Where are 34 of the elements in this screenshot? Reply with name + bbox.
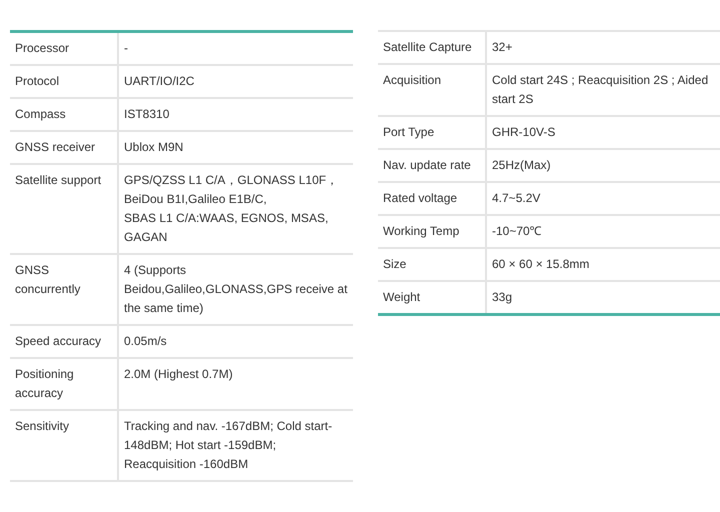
spec-label: GNSS concurrently: [10, 254, 118, 325]
spec-value: GPS/QZSS L1 C/A，GLONASS L10F，BeiDou B1I,Galileo E1B/C, SBAS L1 C/A:WAAS, EGNOS, MSAS, GAGAN: [118, 164, 353, 254]
spec-value: -: [118, 32, 353, 65]
spec-value: UART/IO/I2C: [118, 65, 353, 98]
spec-label: Sensitivity: [10, 410, 118, 481]
spec-label: Working Temp: [378, 215, 486, 248]
spec-label: Protocol: [10, 65, 118, 98]
spec-label: Size: [378, 248, 486, 281]
spec-value: Tracking and nav. -167dBM; Cold start-148dBM; Hot start -159dBM; Reacquisition -160dBM: [118, 410, 353, 481]
spec-value: 33g: [486, 281, 720, 314]
spec-value: IST8310: [118, 98, 353, 131]
spec-value: 2.0M (Highest 0.7M): [118, 358, 353, 410]
spec-value: 25Hz(Max): [486, 149, 720, 182]
spec-label: Weight: [378, 281, 486, 314]
spec-label: Compass: [10, 98, 118, 131]
spec-label: GNSS receiver: [10, 131, 118, 164]
spec-label: Port Type: [378, 116, 486, 149]
spec-value: Cold start 24S ; Reacquisition 2S ; Aided start 2S: [486, 64, 720, 116]
spec-label: Processor: [10, 32, 118, 65]
spec-value: 32+: [486, 31, 720, 64]
spec-value: 60 × 60 × 15.8mm: [486, 248, 720, 281]
spec-value: GHR-10V-S: [486, 116, 720, 149]
spec-value: 4 (Supports Beidou,Galileo,GLONASS,GPS receive at the same time): [118, 254, 353, 325]
spec-label: Rated voltage: [378, 182, 486, 215]
spec-value: 0.05m/s: [118, 325, 353, 358]
spec-value: 4.7~5.2V: [486, 182, 720, 215]
spec-label: Satellite support: [10, 164, 118, 254]
spec-label: Nav. update rate: [378, 149, 486, 182]
spec-label: Acquisition: [378, 64, 486, 116]
spec-value: Ublox M9N: [118, 131, 353, 164]
spec-label: Positioning accuracy: [10, 358, 118, 410]
spec-label: Speed accuracy: [10, 325, 118, 358]
spec-label: Satellite Capture: [378, 31, 486, 64]
spec-value: -10~70℃: [486, 215, 720, 248]
